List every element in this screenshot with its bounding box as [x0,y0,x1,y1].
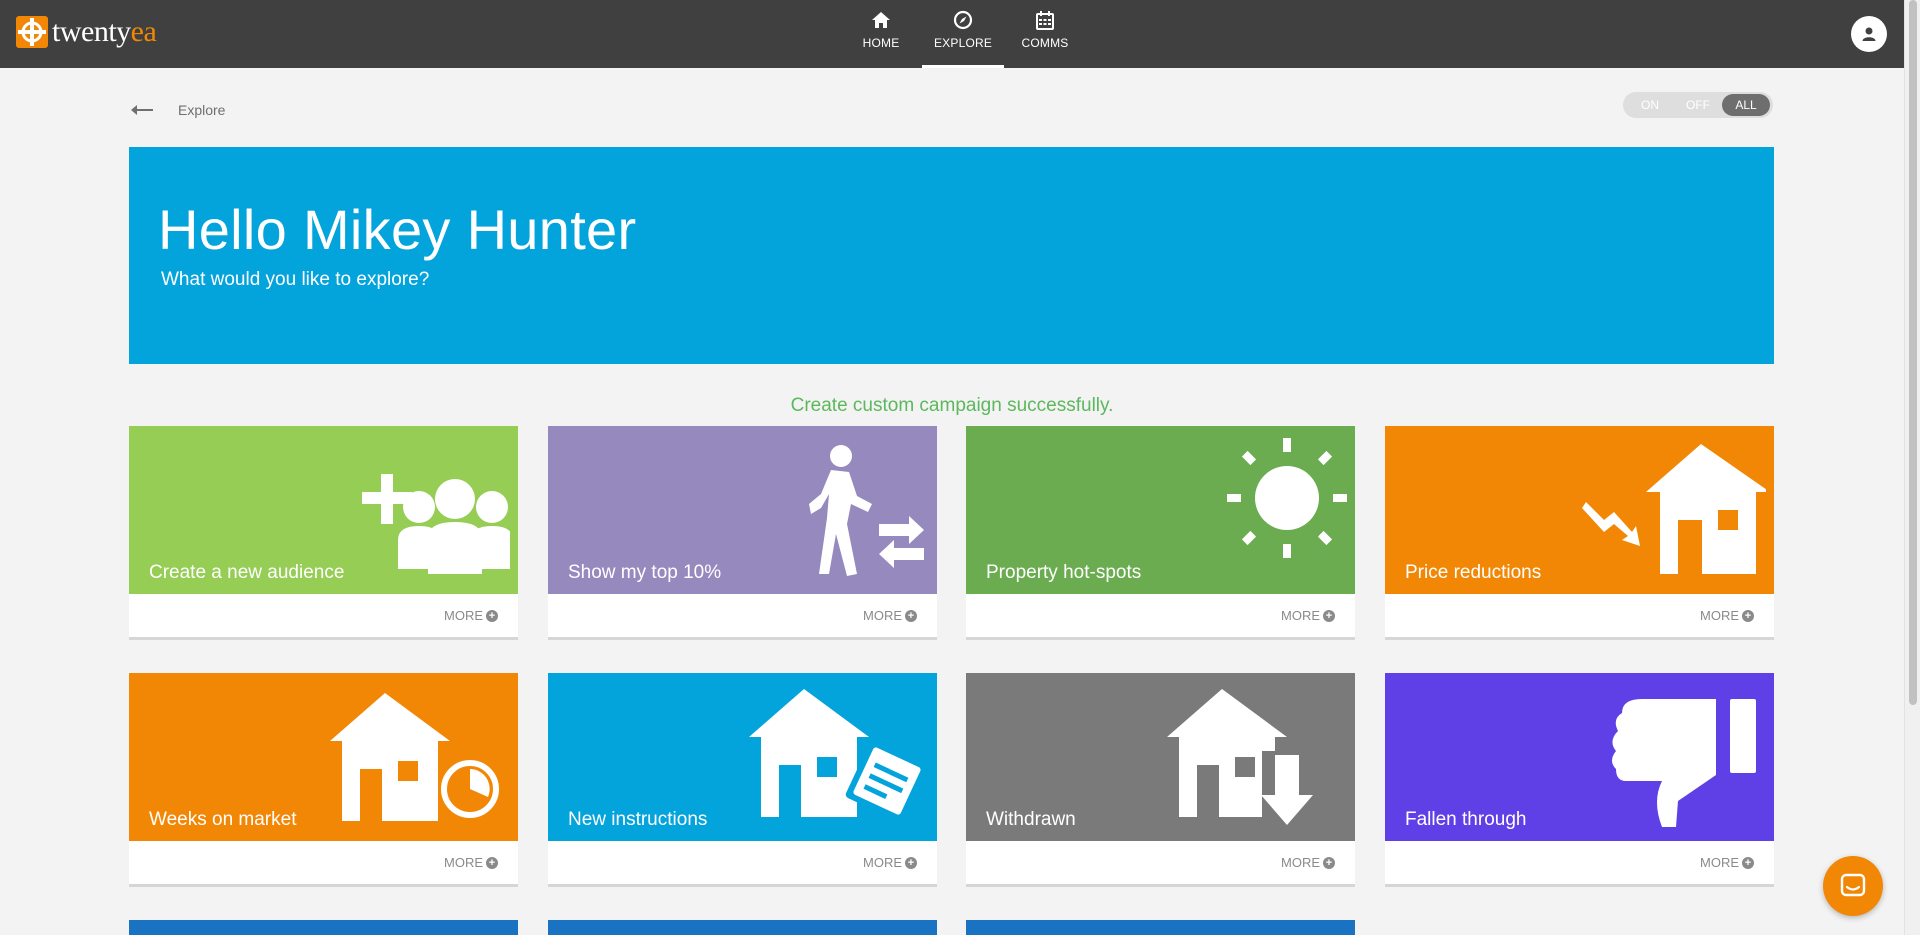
card-tile: Create a new audience [129,426,518,594]
house-clock-icon [330,693,502,821]
nav-comms[interactable]: COMMS [1004,0,1086,68]
card-tile: New instructions [548,673,937,841]
card-partial[interactable] [966,920,1355,935]
toggle-off[interactable]: OFF [1674,94,1722,116]
more-link[interactable]: MORE + [1700,608,1754,623]
card-tile: Fallen through [1385,673,1774,841]
card-weeks-on-market[interactable]: Weeks on market MORE + [129,673,518,887]
hero-title: Hello Mikey Hunter [158,198,637,261]
calendar-icon [1036,11,1054,30]
status-message: Create custom campaign successfully. [790,395,1114,416]
card-top-10[interactable]: Show my top 10% MORE + [548,426,937,640]
more-link[interactable]: MORE + [444,855,498,870]
more-link[interactable]: MORE + [444,608,498,623]
card-partial[interactable] [129,920,518,935]
card-property-hotspots[interactable]: Property hot-spots MORE + [966,426,1355,640]
main-nav: HOME EXPLORE COMMS [840,0,1086,68]
on-off-all-toggle: ON OFF ALL [1623,92,1773,118]
card-new-instructions[interactable]: New instructions MORE + [548,673,937,887]
toggle-on[interactable]: ON [1626,94,1674,116]
logo-icon [16,16,48,48]
card-tile: Show my top 10% [548,426,937,594]
plus-circle-icon: + [1742,856,1754,869]
logo[interactable]: twentyea [14,12,157,52]
card-label: Property hot-spots [986,562,1142,583]
toggle-all[interactable]: ALL [1722,94,1770,116]
plus-circle-icon: + [905,609,917,622]
more-link[interactable]: MORE + [863,608,917,623]
more-link[interactable]: MORE + [863,855,917,870]
thumbs-down-icon [1612,699,1756,827]
card-create-audience[interactable]: Create a new audience MORE + [129,426,518,640]
breadcrumb: Explore [130,100,225,120]
nav-comms-label: COMMS [1021,36,1069,50]
card-tile: Weeks on market [129,673,518,841]
card-label: Price reductions [1405,562,1542,583]
more-link[interactable]: MORE + [1281,608,1335,623]
card-fallen-through[interactable]: Fallen through MORE + [1385,673,1774,887]
card-tile: Price reductions [1385,426,1774,594]
house-document-icon [749,689,929,823]
breadcrumb-label: Explore [178,102,226,118]
chat-icon [1840,873,1866,897]
card-price-reductions[interactable]: Price reductions MORE + [1385,426,1774,640]
more-link[interactable]: MORE + [1700,855,1754,870]
card-tile: Withdrawn [966,673,1355,841]
nav-home-label: HOME [862,36,900,50]
hero-subtitle: What would you like to explore? [161,269,430,290]
chat-launcher-button[interactable] [1823,856,1883,916]
page-scrollbar[interactable] [1904,0,1920,935]
card-label: New instructions [568,809,708,830]
card-withdrawn[interactable]: Withdrawn MORE + [966,673,1355,887]
home-icon [872,12,890,28]
logo-text: twentyea [52,15,157,48]
card-label: Show my top 10% [568,562,722,583]
user-avatar-button[interactable] [1851,16,1887,52]
sun-icon [1227,438,1347,558]
plus-circle-icon: + [486,609,498,622]
walking-person-swap-icon [809,445,924,576]
card-label: Withdrawn [986,809,1076,830]
nav-explore[interactable]: EXPLORE [922,0,1004,68]
plus-circle-icon: + [905,856,917,869]
user-icon [1862,27,1876,41]
nav-explore-label: EXPLORE [933,36,993,50]
back-arrow-icon[interactable] [130,103,154,117]
card-label: Weeks on market [149,809,297,830]
card-label: Fallen through [1405,809,1527,830]
house-price-down-icon [1582,444,1766,574]
plus-circle-icon: + [1742,609,1754,622]
top-bar: twentyea HOME EXPLORE COMMS [0,0,1904,68]
hero-banner: Hello Mikey Hunter What would you like t… [129,147,1774,364]
card-partial[interactable] [548,920,937,935]
card-tile: Property hot-spots [966,426,1355,594]
card-label: Create a new audience [149,562,345,583]
nav-home[interactable]: HOME [840,0,922,68]
house-down-arrow-icon [1167,689,1313,831]
more-link[interactable]: MORE + [1281,855,1335,870]
plus-circle-icon: + [1323,609,1335,622]
scrollbar-thumb[interactable] [1909,0,1917,705]
plus-circle-icon: + [486,856,498,869]
plus-circle-icon: + [1323,856,1335,869]
compass-icon [953,10,973,30]
